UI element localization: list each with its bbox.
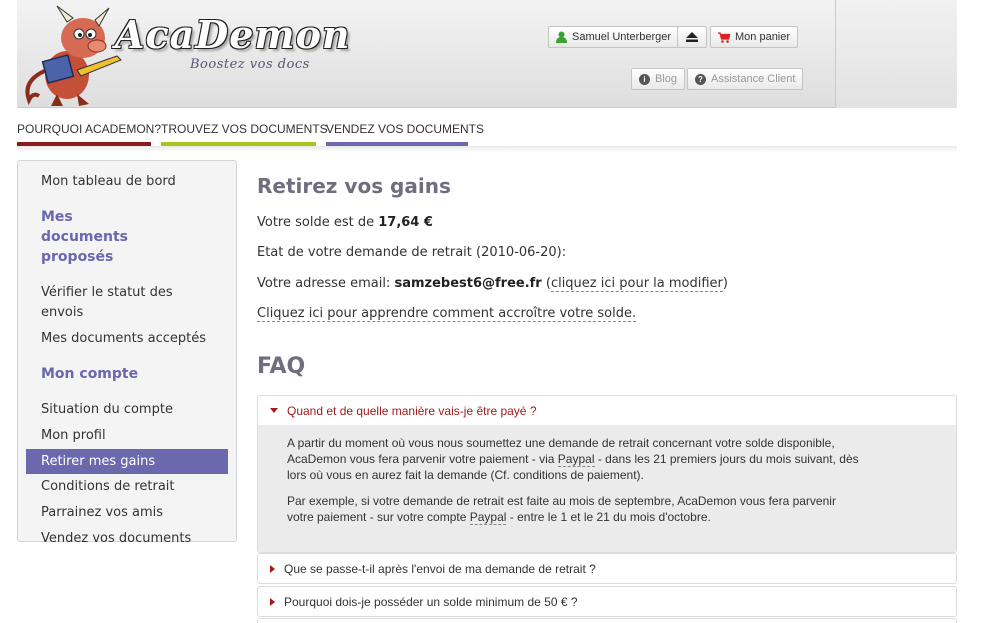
faq-title: FAQ: [257, 354, 306, 379]
increase-balance-line: Cliquez ici pour apprendre comment accro…: [257, 306, 637, 322]
sidebar-item-account-status[interactable]: Situation du compte: [18, 400, 236, 420]
sidebar-item-label: Vérifier le statut des: [41, 285, 173, 300]
main-navigation: POURQUOI ACADEMON? TROUVEZ VOS DOCUMENTS…: [17, 108, 957, 146]
sidebar-item-profile[interactable]: Mon profil: [18, 426, 236, 446]
paren: ): [722, 276, 728, 291]
sidebar-item-withdraw[interactable]: Retirer mes gains: [26, 449, 228, 474]
user-account-button[interactable]: Samuel Unterberger: [548, 26, 680, 48]
sidebar-item-accepted-documents[interactable]: Mes documents acceptés: [18, 329, 236, 349]
email-value: samzebest6@free.fr: [394, 276, 542, 291]
nav-label: VENDEZ VOS DOCUMENTS: [326, 122, 485, 136]
logout-button[interactable]: [677, 26, 707, 48]
faq-question-label: Quand et de quelle manière vais-je être …: [287, 403, 537, 418]
info-icon: i: [639, 73, 650, 85]
answer-text: AcaDemon vous fera parvenir votre paieme…: [287, 452, 558, 466]
caret-right-icon: [270, 597, 275, 606]
answer-text: votre paiement - sur votre compte: [287, 510, 470, 524]
balance-value: 17,64 €: [378, 215, 433, 230]
answer-text: A partir du moment où vous nous soumette…: [287, 436, 835, 450]
faq-question-label: Que se passe-t-il après l'envoi de ma de…: [284, 561, 596, 576]
demon-mascot-icon: [25, 5, 122, 106]
faq-question-after-request[interactable]: Que se passe-t-il après l'envoi de ma de…: [258, 554, 956, 583]
answer-text: lors où vous en aurez fait la demande (C…: [287, 468, 644, 482]
sidebar-item-sell[interactable]: Vendez vos documents: [18, 529, 236, 549]
nav-sell-documents[interactable]: VENDEZ VOS DOCUMENTS: [326, 122, 484, 146]
answer-text: - dans les 21 premiers jours du mois sui…: [594, 452, 859, 466]
sidebar-item-referral[interactable]: Parrainez vos amis: [18, 503, 236, 523]
site-header: AcaDemon Boostez vos docs Samuel Unterbe…: [17, 0, 957, 108]
sidebar-section-account: Mon compte: [41, 366, 139, 382]
support-label: Assistance Client: [711, 73, 796, 85]
blog-button[interactable]: i Blog: [631, 68, 686, 90]
answer-text: Par exemple, si votre demande de retrait…: [287, 494, 836, 508]
paypal-link[interactable]: Paypal: [557, 452, 595, 467]
help-icon: ?: [695, 73, 706, 85]
sidebar-section-documents: Mes documents proposés: [41, 209, 128, 265]
sidebar-item-conditions[interactable]: Conditions de retrait: [18, 477, 236, 497]
paren: (: [541, 276, 551, 291]
faq-item: Quand et de quelle manière vais-je être …: [257, 395, 957, 553]
email-line: Votre adresse email: samzebest6@free.fr …: [257, 276, 728, 292]
nav-why-academon[interactable]: POURQUOI ACADEMON?: [17, 122, 161, 146]
eject-icon: [686, 32, 698, 42]
paypal-link[interactable]: Paypal: [469, 510, 507, 525]
logo-wordmark: AcaDemon: [115, 12, 351, 57]
faq-item: Pourquoi dois-je posséder un solde minim…: [257, 586, 957, 617]
faq-question-label: Pourquoi dois-je posséder un solde minim…: [284, 594, 578, 609]
change-email-link[interactable]: cliquez ici pour la modifier: [550, 276, 723, 292]
answer-text: - entre le 1 et le 21 du mois d'octobre.: [506, 510, 711, 524]
caret-right-icon: [270, 564, 275, 573]
balance-line: Votre solde est de 17,64 €: [257, 215, 433, 230]
support-button[interactable]: ? Assistance Client: [687, 68, 804, 90]
page-title: Retirez vos gains: [257, 174, 451, 198]
faq-answer-paragraph: Par exemple, si votre demande de retrait…: [287, 493, 926, 525]
header-right-panel: [835, 0, 957, 108]
faq-answer: A partir du moment où vous nous soumette…: [258, 425, 956, 552]
sidebar-item-verify-status[interactable]: Vérifier le statut des envois: [18, 283, 236, 323]
account-sidebar: Mon tableau de bord Mes documents propos…: [17, 160, 237, 546]
academon-logo[interactable]: AcaDemon Boostez vos docs: [17, 0, 350, 108]
email-label: Votre adresse email:: [257, 276, 395, 291]
nav-find-documents[interactable]: TROUVEZ VOS DOCUMENTS: [161, 122, 328, 146]
faq-item: Que se passe-t-il après l'envoi de ma de…: [257, 553, 957, 584]
balance-label: Votre solde est de: [257, 215, 379, 230]
faq-question-minimum-balance[interactable]: Pourquoi dois-je posséder un solde minim…: [258, 587, 956, 616]
cart-button[interactable]: Mon panier: [710, 26, 799, 48]
cart-label: Mon panier: [735, 31, 791, 43]
cart-icon: [718, 31, 730, 43]
nav-label: TROUVEZ VOS DOCUMENTS: [161, 122, 328, 136]
faq-answer-paragraph: A partir du moment où vous nous soumette…: [287, 435, 926, 483]
user-icon: [556, 31, 567, 43]
blog-label: Blog: [655, 73, 678, 85]
caret-down-icon: [270, 408, 278, 413]
nav-shadow: [17, 146, 957, 152]
sidebar-item-dashboard[interactable]: Mon tableau de bord: [18, 172, 236, 192]
request-state: Etat de votre demande de retrait (2010-0…: [257, 245, 567, 260]
sidebar-item-label: envois: [41, 305, 84, 320]
logo-tagline: Boostez vos docs: [190, 57, 310, 72]
faq-question-payment[interactable]: Quand et de quelle manière vais-je être …: [258, 396, 956, 425]
main-content: Retirez vos gains: [257, 168, 957, 198]
increase-balance-link[interactable]: Cliquez ici pour apprendre comment accro…: [257, 306, 637, 322]
user-name-label: Samuel Unterberger: [572, 31, 672, 43]
faq-item: [257, 618, 957, 623]
nav-label: POURQUOI ACADEMON?: [17, 122, 162, 136]
